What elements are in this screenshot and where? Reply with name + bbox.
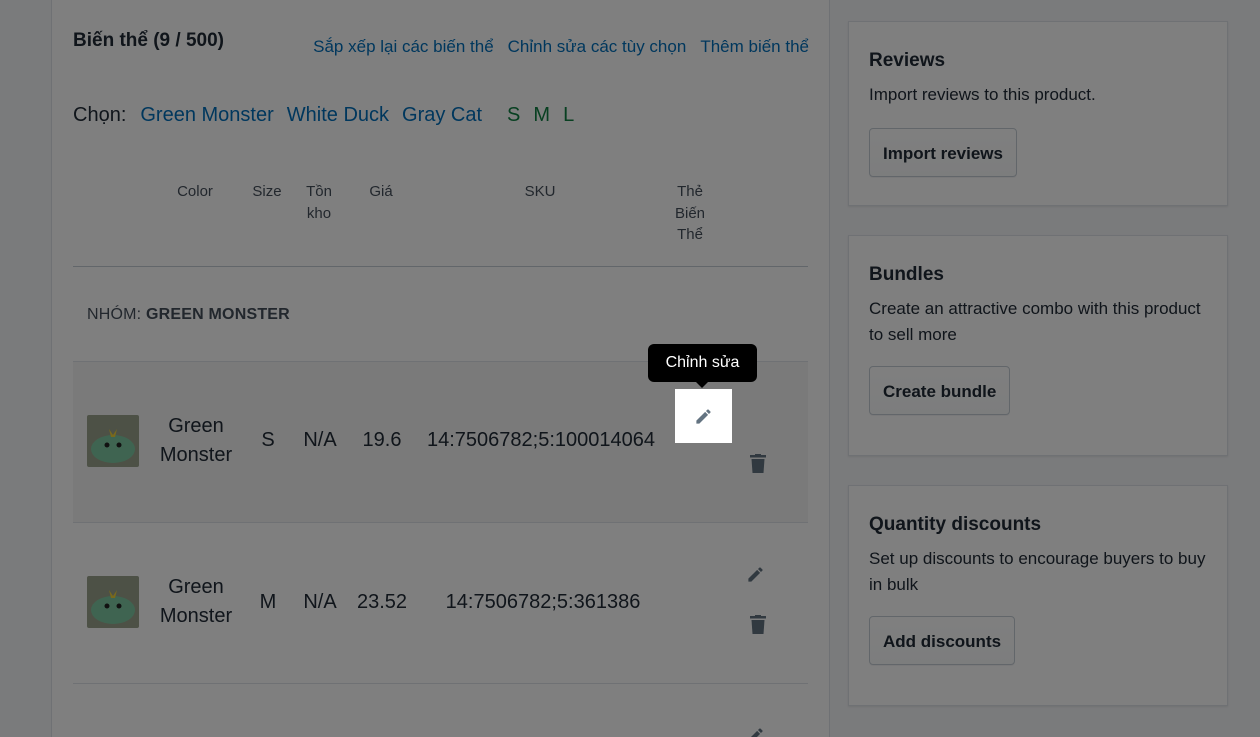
select-white-duck[interactable]: White Duck xyxy=(287,104,389,127)
column-header-size: Size xyxy=(252,183,282,200)
create-bundle-button[interactable]: Create bundle xyxy=(869,366,1011,415)
variant-sku: 14:7506782;5:100014064 xyxy=(426,429,655,451)
select-size-m[interactable]: M xyxy=(533,104,550,127)
quantity-discounts-card: Quantity discounts Set up discounts to e… xyxy=(848,485,1228,706)
delete-button[interactable] xyxy=(745,450,771,476)
variant-color: Green Monster xyxy=(159,415,233,466)
edit-button[interactable] xyxy=(742,561,768,587)
select-label: Chọn: xyxy=(73,104,127,126)
pencil-icon xyxy=(696,408,711,424)
select-size-s[interactable]: S xyxy=(507,104,520,127)
pencil-icon xyxy=(750,727,763,737)
delete-button[interactable] xyxy=(745,611,771,637)
variant-size: M xyxy=(259,591,277,613)
reorder-variants-link[interactable]: Sắp xếp lại các biến thể xyxy=(313,37,494,57)
column-header-price: Giá xyxy=(369,183,393,200)
select-gray-cat[interactable]: Gray Cat xyxy=(402,104,482,127)
variant-thumbnail xyxy=(87,415,139,467)
trash-icon xyxy=(750,614,766,634)
header-divider xyxy=(73,266,808,267)
select-size-l[interactable]: L xyxy=(563,104,574,127)
trash-icon xyxy=(750,453,766,473)
column-header-color: Color xyxy=(177,183,213,200)
variant-stock: N/A xyxy=(303,429,337,451)
reviews-text: Import reviews to this product. xyxy=(869,85,1096,104)
column-header-stock: Tồn kho xyxy=(306,183,332,222)
variant-size: S xyxy=(261,429,275,451)
bundles-title: Bundles xyxy=(869,264,944,285)
column-header-variant-tag: Thẻ Biến Thể xyxy=(674,183,706,243)
pencil-icon xyxy=(747,566,763,582)
variant-color: Green Monster xyxy=(159,576,233,627)
variant-sku: 14:7506782;5:361386 xyxy=(445,591,641,613)
add-variant-link[interactable]: Thêm biến thể xyxy=(700,37,809,57)
reviews-title: Reviews xyxy=(869,50,946,71)
variants-title: Biến thể (9 / 500) xyxy=(73,30,224,51)
bundles-text: Create an attractive combo with this pro… xyxy=(869,299,1201,344)
quantity-discounts-title: Quantity discounts xyxy=(869,514,1042,535)
variant-actions: Sắp xếp lại các biến thể Chỉnh sửa các t… xyxy=(313,37,809,57)
table-row[interactable]: Green Monster M N/A 23.52 14:7506782;5:3… xyxy=(73,523,808,683)
group-label: NHÓM: GREEN MONSTER xyxy=(87,306,290,324)
select-filter: Chọn: Green Monster White Duck Gray Cat … xyxy=(73,104,575,127)
row-divider xyxy=(73,683,808,684)
variant-price: 19.6 xyxy=(362,429,402,451)
group-prefix: NHÓM: xyxy=(87,306,142,323)
reviews-card: Reviews Import reviews to this product. … xyxy=(848,21,1228,206)
edit-options-link[interactable]: Chỉnh sửa các tùy chọn xyxy=(508,37,687,57)
column-header-sku: SKU xyxy=(524,183,556,200)
variant-price: 23.52 xyxy=(356,591,408,613)
edit-tooltip: Chỉnh sửa xyxy=(648,344,757,388)
import-reviews-button[interactable]: Import reviews xyxy=(869,128,1017,177)
bundles-card: Bundles Create an attractive combo with … xyxy=(848,235,1228,456)
variant-thumbnail xyxy=(87,576,139,628)
quantity-discounts-text: Set up discounts to encourage buyers to … xyxy=(869,549,1206,594)
edit-button-highlighted[interactable] xyxy=(675,389,732,443)
edit-button[interactable] xyxy=(742,722,768,737)
select-green-monster[interactable]: Green Monster xyxy=(140,104,273,127)
group-name: GREEN MONSTER xyxy=(145,306,290,323)
variant-stock: N/A xyxy=(303,591,337,613)
add-discounts-button[interactable]: Add discounts xyxy=(869,616,1016,665)
